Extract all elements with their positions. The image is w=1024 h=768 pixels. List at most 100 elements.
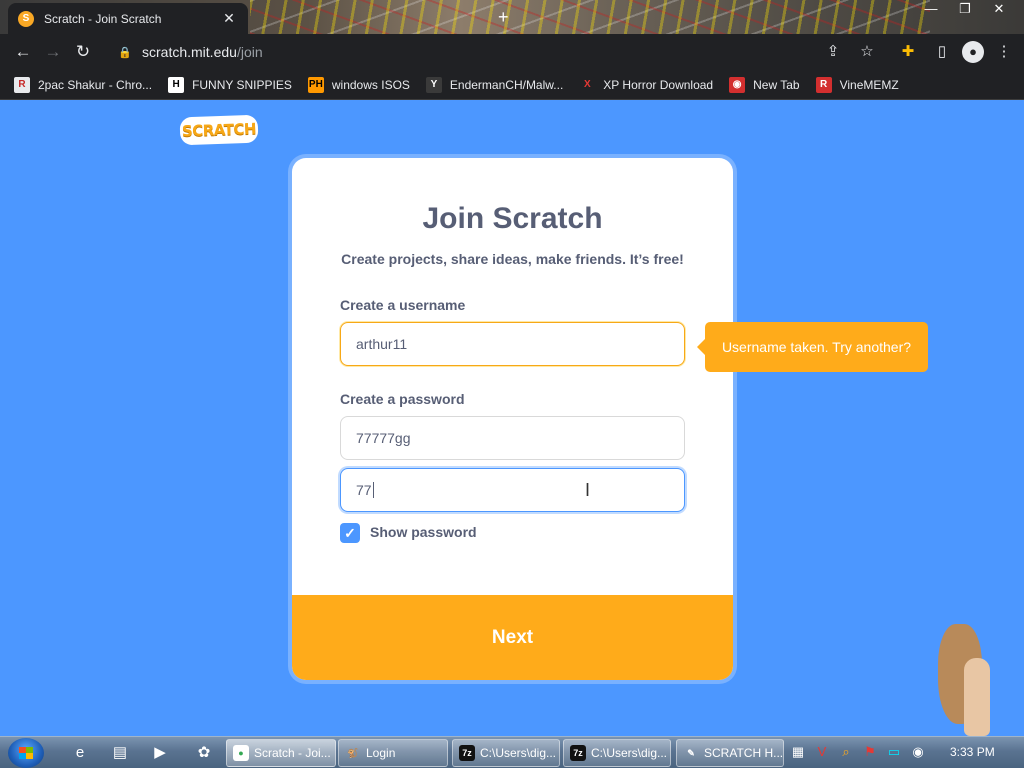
username-input[interactable]: arthur11 [340, 322, 685, 366]
browser-tab-active[interactable]: S Scratch - Join Scratch ✕ [8, 3, 248, 34]
bookmark-label: XP Horror Download [603, 77, 714, 92]
bookmark-item[interactable]: PH windows ISOS [307, 76, 410, 93]
page-title: Join Scratch [422, 202, 603, 235]
app-pinned-icon[interactable]: ✿ [190, 741, 218, 765]
bookmark-favicon-icon: ◉ [729, 76, 746, 93]
show-password-label[interactable]: Show password [370, 524, 477, 540]
taskbar-task-button[interactable]: 7z C:\Users\dig... [563, 739, 671, 767]
bookmark-favicon-icon: PH [307, 76, 324, 93]
password-input[interactable]: 77777gg [340, 416, 685, 460]
task-label: Login [366, 746, 396, 760]
ibeam-cursor-icon: I [585, 480, 591, 500]
join-modal: Join Scratch Create projects, share idea… [292, 158, 733, 680]
taskbar-task-button[interactable]: 7z C:\Users\dig... [452, 739, 560, 767]
bookmark-favicon-icon: R [815, 76, 832, 93]
bookmark-label: windows ISOS [331, 77, 410, 92]
task-label: C:\Users\dig... [591, 746, 668, 760]
tray-display-icon[interactable]: ▭ [884, 741, 904, 763]
menu-kebab-icon[interactable]: ⋮ [990, 38, 1018, 66]
mascot-figure [964, 658, 990, 736]
bookmark-item[interactable]: H FUNNY SNIPPIES [168, 76, 292, 93]
bookmark-favicon-icon: Y [425, 76, 442, 93]
file-explorer-icon[interactable]: ▤ [106, 741, 134, 765]
bookmark-item[interactable]: ◉ New Tab [729, 76, 800, 93]
logo-text: SCRATCH [181, 119, 257, 141]
clock[interactable]: 3:33 PM [950, 745, 995, 759]
username-error-text: Username taken. Try another? [721, 339, 912, 355]
text-caret [372, 482, 374, 498]
media-player-icon[interactable]: ▶ [146, 741, 174, 765]
tray-volume-icon[interactable]: ◉ [908, 741, 928, 763]
windows-taskbar: e ▤ ▶ ✿ ▦ V ⌕ ⚑ ▭ ◉ 3:33 PM ● Scratch - J… [0, 736, 1024, 768]
tray-antivirus-icon[interactable]: V [812, 741, 832, 763]
bookmark-item[interactable]: X XP Horror Download [579, 76, 714, 93]
forward-arrow-icon[interactable]: → [38, 37, 68, 67]
task-app-icon: 7z [459, 745, 475, 761]
title-bar: S Scratch - Join Scratch ✕ + — ❐ ✕ [0, 0, 1024, 34]
page-subtitle: Create projects, share ideas, make frien… [341, 251, 684, 267]
confirm-password-input[interactable]: 77 I [340, 468, 685, 512]
task-app-icon: ● [233, 745, 249, 761]
tray-app-icon[interactable]: ▦ [788, 741, 808, 763]
username-error-tooltip: Username taken. Try another? [697, 322, 928, 372]
minimize-button[interactable]: — [914, 0, 948, 20]
tab-title: Scratch - Join Scratch [44, 11, 162, 26]
bookmark-label: EndermanCH/Malw... [449, 77, 564, 92]
share-icon[interactable]: ⇪ [822, 41, 844, 63]
lock-icon: 🔒 [118, 46, 132, 59]
username-value: arthur11 [356, 336, 408, 352]
window-close-button[interactable]: ✕ [982, 0, 1016, 20]
tray-search-icon[interactable]: ⌕ [836, 741, 856, 763]
system-tray: ▦ V ⌕ ⚑ ▭ ◉ [788, 741, 928, 763]
show-password-checkbox[interactable]: ✓ [340, 523, 360, 543]
taskbar-task-button[interactable]: ✎ SCRATCH H... [676, 739, 784, 767]
bookmark-label: 2pac Shakur - Chro... [38, 77, 153, 92]
browser-toolbar: ← → ↻ 🔒 scratch.mit.edu/join ⇪ ☆ ✚ ▯ ● ⋮ [0, 34, 1024, 70]
bookmark-label: New Tab [753, 77, 800, 92]
new-tab-button[interactable]: + [498, 8, 509, 26]
task-label: C:\Users\dig... [480, 746, 557, 760]
bookmarks-bar: R 2pac Shakur - Chro... H FUNNY SNIPPIES PH w… [0, 70, 1024, 100]
next-button[interactable]: Next [292, 595, 733, 680]
bookmark-item[interactable]: R 2pac Shakur - Chro... [14, 76, 153, 93]
bookmark-favicon-icon: R [14, 76, 30, 93]
restore-button[interactable]: ❐ [948, 0, 982, 20]
wallpaper-glitch [250, 0, 930, 34]
url-path: /join [236, 44, 263, 60]
address-bar[interactable]: 🔒 scratch.mit.edu/join [108, 38, 888, 66]
desktop-mascot [920, 618, 990, 736]
confirm-password-value: 77 [356, 482, 372, 498]
bookmark-label: FUNNY SNIPPIES [192, 77, 292, 92]
bookmark-favicon-icon: H [168, 76, 185, 93]
next-button-label: Next [491, 626, 534, 648]
task-app-icon: ✎ [687, 747, 695, 758]
tab-close-icon[interactable]: ✕ [220, 10, 238, 27]
scratch-favicon-icon: S [18, 10, 34, 27]
bookmark-star-icon[interactable]: ☆ [856, 41, 878, 63]
bookmark-item[interactable]: Y EndermanCH/Malw... [425, 76, 564, 93]
task-label: SCRATCH H... [704, 746, 784, 760]
url-host: scratch.mit.edu [142, 44, 237, 60]
taskbar-task-button[interactable]: ● Scratch - Joi... [226, 739, 336, 767]
password-value: 77777gg [356, 430, 411, 446]
internet-explorer-icon[interactable]: e [66, 741, 94, 765]
task-app-icon: 7z [570, 745, 586, 761]
bookmark-favicon-icon: X [579, 76, 596, 93]
page-content: SCRATCH Join Scratch Create projects, sh… [0, 101, 1024, 736]
back-arrow-icon[interactable]: ← [8, 37, 38, 67]
side-panel-icon[interactable]: ▯ [928, 38, 956, 66]
profile-avatar-icon[interactable]: ● [962, 41, 984, 63]
bookmark-item[interactable]: R VineMEMZ [815, 76, 899, 93]
bookmark-label: VineMEMZ [839, 77, 899, 92]
window-controls: — ❐ ✕ [914, 0, 1016, 20]
taskbar-task-button[interactable]: 🐒 Login [338, 739, 448, 767]
start-button[interactable] [8, 738, 44, 768]
task-label: Scratch - Joi... [254, 746, 331, 760]
task-app-icon: 🐒 [347, 747, 359, 758]
username-label: Create a username [340, 297, 466, 313]
extensions-puzzle-icon[interactable]: ✚ [894, 38, 922, 66]
scratch-logo[interactable]: SCRATCH [179, 114, 259, 146]
reload-icon[interactable]: ↻ [68, 37, 98, 67]
password-label: Create a password [340, 391, 465, 407]
tray-flag-icon[interactable]: ⚑ [860, 741, 880, 763]
